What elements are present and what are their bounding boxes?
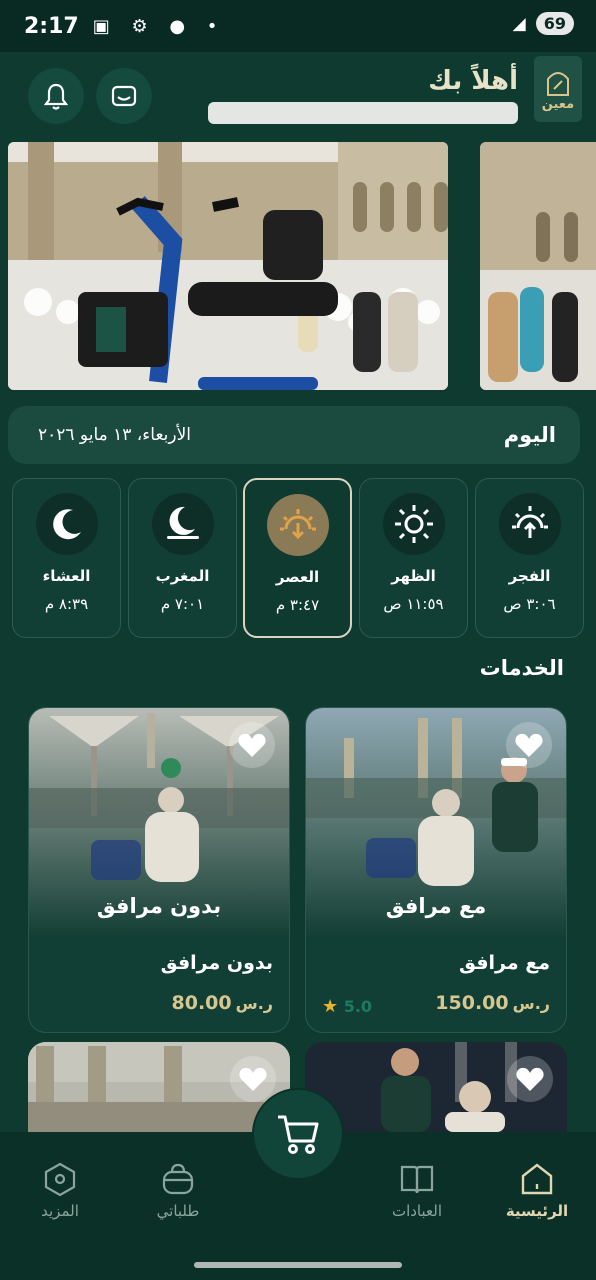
- currency-symbol: ر.س: [512, 994, 550, 1013]
- messages-button[interactable]: [96, 68, 152, 124]
- moon-icon: [35, 493, 98, 555]
- status-right: ◢ 69: [513, 12, 574, 35]
- logo-text: معين: [541, 96, 575, 112]
- favorite-button[interactable]: [506, 722, 552, 768]
- cart-icon: [278, 1115, 319, 1154]
- service-info: بدون مرافق 80.00 ر.س: [29, 940, 289, 1032]
- cart-button[interactable]: [252, 1088, 344, 1180]
- promo-banner-next[interactable]: [480, 142, 596, 390]
- prayer-card-isha[interactable]: العشاء ٨:٣٩ م: [12, 478, 121, 638]
- book-icon: [400, 1165, 434, 1194]
- sun-icon: [382, 493, 445, 555]
- promo-banner[interactable]: [8, 142, 448, 390]
- prayer-card-maghrib[interactable]: المغرب ٧:٠١ م: [128, 478, 237, 638]
- signal-icon: ◢: [512, 13, 526, 34]
- prayer-time: ٧:٠١ م: [160, 595, 205, 613]
- app-logo: معين: [534, 56, 582, 122]
- moon-horizon-icon: [151, 493, 214, 555]
- nav-label: طلباتي: [156, 1202, 200, 1220]
- nav-home[interactable]: الرئيسية: [487, 1162, 587, 1220]
- rating-value: 5.0: [343, 997, 373, 1016]
- service-rating: ★ 5.0: [322, 996, 372, 1017]
- service-overlay-title: مع مرافق: [385, 894, 487, 918]
- username-placeholder: [208, 102, 518, 124]
- bell-icon: [43, 83, 69, 110]
- prayer-name: العشاء: [42, 567, 91, 585]
- service-card-with-companion[interactable]: مع مرافق مع مرافق 150.00 ر.س ★ 5.0: [305, 707, 567, 1033]
- star-icon: ★: [322, 996, 339, 1017]
- sunset-icon: [266, 494, 329, 556]
- prayer-name: العصر: [275, 568, 320, 586]
- prayer-card-asr[interactable]: العصر ٣:٤٧ م: [243, 478, 352, 638]
- service-info: مع مرافق 150.00 ر.س ★ 5.0: [306, 940, 566, 1032]
- inbox-icon: [111, 85, 137, 107]
- today-bar: الأربعاء، ١٣ مايو ٢٠٢٦ اليوم: [8, 406, 580, 464]
- prayer-time: ٣:٠٦ ص: [503, 595, 556, 613]
- prayer-card-fajr[interactable]: الفجر ٣:٠٦ ص: [475, 478, 584, 638]
- banner-image-next: [480, 142, 596, 390]
- nav-more[interactable]: المزيد: [10, 1162, 110, 1220]
- prayer-name: الظهر: [391, 567, 436, 585]
- hexagon-icon: [44, 1162, 76, 1196]
- service-name: بدون مرافق: [160, 952, 273, 974]
- status-bar: 2:17 ▣ ⚙ ● • ◢ 69: [0, 0, 596, 52]
- status-time: 2:17: [24, 13, 79, 39]
- app-header: أهلاً بك معين: [0, 52, 596, 134]
- bag-icon: [162, 1163, 194, 1195]
- price-value: 150.00: [435, 992, 509, 1014]
- sunrise-icon: [498, 493, 561, 555]
- nav-label: المزيد: [41, 1202, 79, 1220]
- logo-mark-icon: [547, 71, 569, 96]
- home-indicator[interactable]: [194, 1262, 402, 1268]
- banner-image: [8, 142, 448, 390]
- heart-icon: [515, 733, 543, 757]
- notification-icons: ▣ ⚙ ● •: [92, 15, 226, 37]
- service-image: بدون مرافق: [29, 708, 289, 940]
- prayer-time: ٣:٤٧ م: [275, 596, 320, 614]
- favorite-button[interactable]: [507, 1056, 553, 1102]
- service-price: 80.00 ر.س: [172, 992, 273, 1014]
- service-price: 150.00 ر.س: [435, 992, 550, 1014]
- prayer-name: الفجر: [508, 567, 551, 585]
- price-value: 80.00: [171, 992, 232, 1014]
- favorite-button[interactable]: [229, 722, 275, 768]
- prayer-time: ١١:٥٩ ص: [383, 595, 444, 613]
- service-card-partial[interactable]: [305, 1042, 567, 1132]
- nav-label: الرئيسية: [505, 1202, 569, 1220]
- service-overlay-title: بدون مرافق: [96, 894, 222, 918]
- today-date: الأربعاء، ١٣ مايو ٢٠٢٦: [38, 425, 192, 445]
- nav-label: العبادات: [391, 1202, 443, 1220]
- today-label: اليوم: [503, 423, 556, 447]
- greeting-text: أهلاً بك: [428, 66, 518, 96]
- heart-icon: [239, 1067, 267, 1091]
- nav-orders[interactable]: طلباتي: [128, 1162, 228, 1220]
- prayer-card-dhuhr[interactable]: الظهر ١١:٥٩ ص: [359, 478, 468, 638]
- home-icon: [521, 1163, 553, 1195]
- heart-icon: [516, 1067, 544, 1091]
- prayer-times: العشاء ٨:٣٩ م المغرب ٧:٠١ م العصر ٣:٤٧ م: [12, 478, 584, 640]
- prayer-name: المغرب: [155, 567, 210, 585]
- service-name: مع مرافق: [458, 952, 550, 974]
- prayer-time: ٨:٣٩ م: [44, 595, 89, 613]
- favorite-button[interactable]: [230, 1056, 276, 1102]
- heart-icon: [238, 733, 266, 757]
- notifications-button[interactable]: [28, 68, 84, 124]
- service-card-partial[interactable]: [28, 1042, 290, 1132]
- service-image: مع مرافق: [306, 708, 566, 940]
- battery-indicator: 69: [535, 12, 574, 35]
- nav-worship[interactable]: العبادات: [367, 1162, 467, 1220]
- currency-symbol: ر.س: [235, 994, 273, 1013]
- service-card-without-companion[interactable]: بدون مرافق بدون مرافق 80.00 ر.س: [28, 707, 290, 1033]
- services-title: الخدمات: [479, 656, 564, 680]
